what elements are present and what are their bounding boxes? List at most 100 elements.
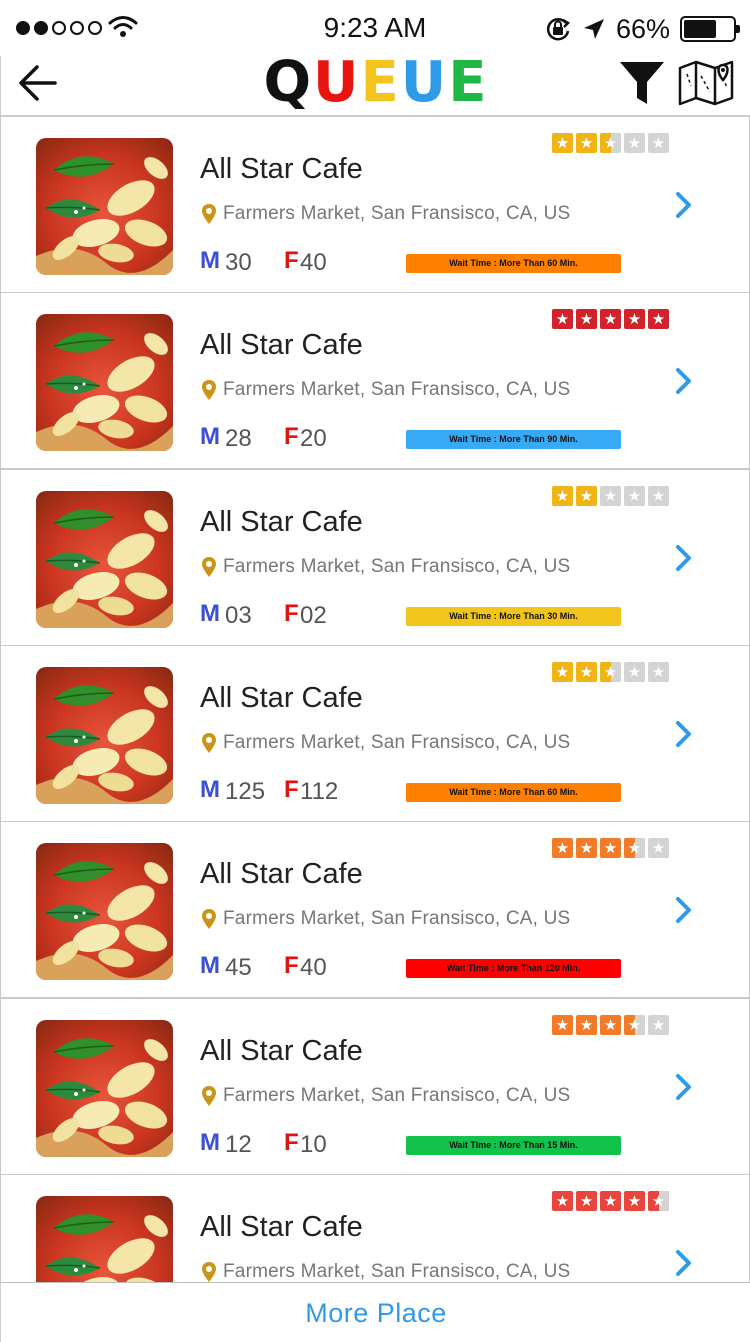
male-label: M [200,599,220,627]
star-icon: ★ [648,838,669,859]
chevron-right-icon[interactable] [669,718,697,750]
star-icon: ★ [552,1190,573,1211]
wait-time-badge: Wait Time : More Than 60 Min. [406,782,621,802]
chevron-right-icon[interactable] [669,542,697,574]
star-icon: ★ [552,309,573,330]
wait-time-badge: Wait Time : More Than 30 Min. [406,606,621,626]
star-rating: ★ ★ ★ ★ ★ [552,838,669,859]
star-icon: ★ [624,133,645,153]
wait-time-badge: Wait Time : More Than 60 Min. [406,254,621,273]
map-pin-icon [202,556,216,577]
male-count: 45 [225,954,252,982]
place-card[interactable]: ★ ★ ★ ★ ★ All Star Cafe Farmers Market, San Fr… [0,1173,750,1282]
place-card[interactable]: ★ ★ ★ ★ ★ All Star Cafe Farmers Market, San Fr… [0,116,750,293]
map-pin-icon [202,1085,216,1106]
place-name: All Star Cafe [200,1034,363,1067]
place-address: Farmers Market, San Fransisco, CA, US [223,379,571,401]
orientation-lock-icon [546,18,570,41]
wait-time-badge: Wait Time : More Than 15 Min. [406,1135,621,1155]
place-thumbnail [36,843,173,981]
male-label: M [200,1128,220,1156]
chevron-right-icon[interactable] [669,365,697,397]
female-label: F [284,423,299,451]
chevron-right-icon[interactable] [669,1071,697,1103]
star-icon: ★ [624,309,645,330]
star-icon: ★ [624,838,645,859]
female-count: 10 [300,1130,327,1158]
logo-letter: U [313,50,361,115]
male-count: 28 [225,425,252,453]
star-icon: ★ [576,838,597,859]
female-label: F [284,952,299,980]
star-icon: ★ [576,485,597,506]
funnel-icon[interactable] [617,58,667,108]
star-icon: ★ [552,133,573,153]
star-icon: ★ [624,485,645,506]
folded-map-icon[interactable] [677,56,735,108]
place-thumbnail [36,490,173,628]
star-icon: ★ [624,1190,645,1211]
place-card[interactable]: ★ ★ ★ ★ ★ All Star Cafe Farmers Market, San Fr… [0,644,750,822]
star-rating: ★ ★ ★ ★ ★ [552,1014,669,1035]
battery-percent: 66% [615,13,670,44]
place-card[interactable]: ★ ★ ★ ★ ★ All Star Cafe Farmers Market, San Fr… [0,292,750,470]
map-pin-icon [202,909,216,930]
place-name: All Star Cafe [200,858,363,891]
place-name: All Star Cafe [200,505,363,538]
place-card[interactable]: ★ ★ ★ ★ ★ All Star Cafe Farmers Market, San Fr… [0,997,750,1175]
star-icon: ★ [576,1190,597,1211]
male-count: 30 [225,249,252,276]
star-rating: ★ ★ ★ ★ ★ [552,661,669,682]
star-icon: ★ [552,1014,573,1035]
map-pin-icon [202,380,216,401]
more-place-button[interactable]: More Place [1,1283,750,1342]
place-name: All Star Cafe [200,329,363,362]
female-count: 20 [300,425,327,453]
female-label: F [284,775,299,803]
female-count: 112 [300,777,339,805]
place-thumbnail [36,138,173,275]
male-count: 03 [225,601,252,629]
male-label: M [200,952,220,980]
place-address: Farmers Market, San Fransisco, CA, US [223,1260,571,1282]
place-address: Farmers Market, San Fransisco, CA, US [223,555,571,577]
place-name: All Star Cafe [200,1210,363,1243]
star-icon: ★ [648,309,669,330]
map-pin-icon [202,732,216,753]
star-icon: ★ [552,661,573,682]
place-list[interactable]: ★ ★ ★ ★ ★ All Star Cafe Farmers Market, San Fr… [0,116,750,1282]
chevron-right-icon[interactable] [669,894,697,926]
star-icon: ★ [600,485,621,506]
location-arrow-icon [583,19,604,39]
place-card[interactable]: ★ ★ ★ ★ ★ All Star Cafe Farmers Market, San Fr… [0,468,750,646]
status-bar: 9:23 AM 66% [0,0,750,56]
star-icon: ★ [576,1014,597,1035]
place-address: Farmers Market, San Fransisco, CA, US [223,908,571,930]
chevron-right-icon[interactable] [669,189,697,221]
logo-letter: E [360,50,401,115]
map-pin-icon [202,204,216,224]
wait-time-badge: Wait Time : More Than 90 Min. [406,430,621,450]
star-icon: ★ [600,1014,621,1035]
female-count: 40 [300,249,327,276]
star-icon: ★ [648,661,669,682]
star-icon: ★ [648,133,669,153]
place-card[interactable]: ★ ★ ★ ★ ★ All Star Cafe Farmers Market, San Fr… [0,821,750,999]
place-address: Farmers Market, San Fransisco, CA, US [223,1084,571,1106]
chevron-right-icon[interactable] [669,1247,697,1279]
star-icon: ★ [648,1190,669,1211]
nav-bar: QUEUE [0,50,750,116]
female-label: F [284,599,299,627]
male-label: M [200,775,220,803]
female-count: 40 [300,954,327,982]
star-rating: ★ ★ ★ ★ ★ [552,133,669,153]
battery-icon [680,16,740,42]
female-label: F [284,1128,299,1156]
star-rating: ★ ★ ★ ★ ★ [552,1190,669,1211]
star-icon: ★ [600,661,621,682]
star-rating: ★ ★ ★ ★ ★ [552,309,669,330]
star-icon: ★ [576,661,597,682]
place-thumbnail [36,1195,173,1282]
star-rating: ★ ★ ★ ★ ★ [552,485,669,506]
place-thumbnail [36,1019,173,1157]
